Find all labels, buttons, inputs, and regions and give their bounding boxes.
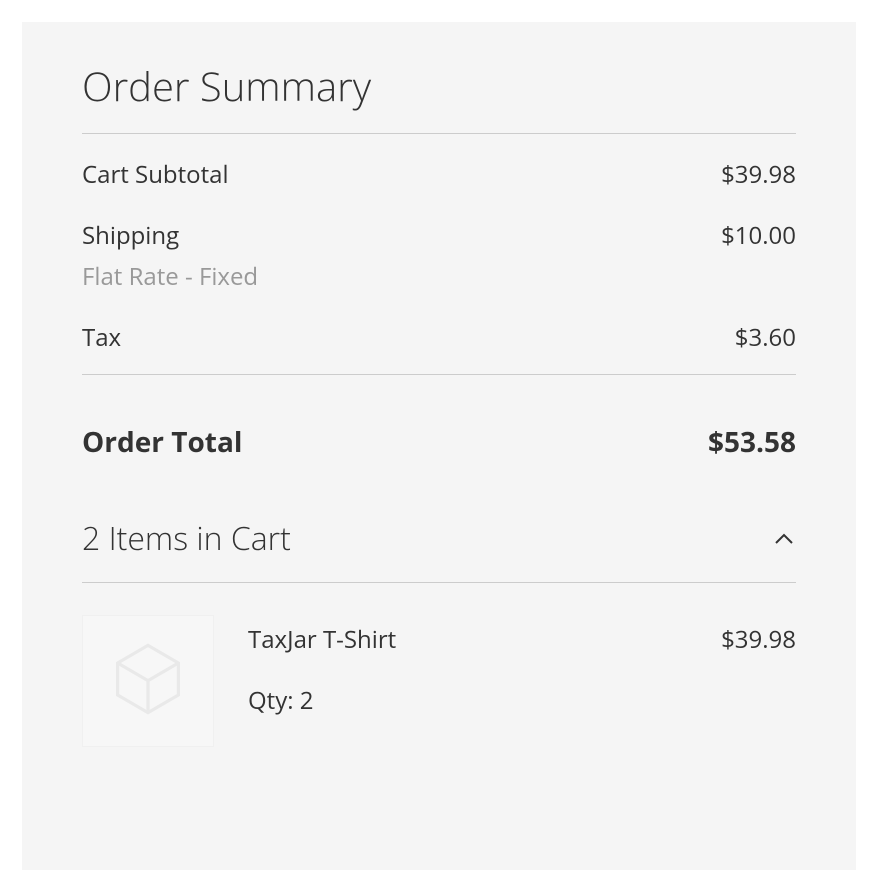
subtotal-label: Cart Subtotal bbox=[82, 158, 229, 191]
order-total-value: $53.58 bbox=[708, 423, 796, 461]
order-summary-card: Order Summary Cart Subtotal $39.98 Shipp… bbox=[22, 22, 856, 870]
shipping-label: Shipping bbox=[82, 219, 258, 252]
product-price: $39.98 bbox=[721, 623, 796, 656]
placeholder-product-icon bbox=[108, 639, 188, 724]
subtotal-row: Cart Subtotal $39.98 bbox=[82, 158, 796, 191]
subtotal-value: $39.98 bbox=[721, 158, 796, 191]
chevron-up-icon bbox=[772, 527, 796, 551]
cart-items-toggle[interactable]: 2 Items in Cart bbox=[82, 517, 796, 583]
product-name: TaxJar T-Shirt bbox=[248, 623, 396, 656]
tax-label: Tax bbox=[82, 321, 121, 354]
divider bbox=[82, 374, 796, 375]
product-details: TaxJar T-Shirt Qty: 2 bbox=[248, 615, 396, 717]
cart-item: TaxJar T-Shirt Qty: 2 $39.98 bbox=[82, 615, 796, 747]
product-info: TaxJar T-Shirt Qty: 2 $39.98 bbox=[248, 615, 796, 717]
order-summary-title: Order Summary bbox=[82, 58, 796, 134]
product-thumbnail bbox=[82, 615, 214, 747]
tax-row: Tax $3.60 bbox=[82, 321, 796, 354]
cart-items-title: 2 Items in Cart bbox=[82, 517, 291, 560]
shipping-sublabel: Flat Rate - Fixed bbox=[82, 260, 258, 293]
shipping-row: Shipping Flat Rate - Fixed $10.00 bbox=[82, 219, 796, 293]
shipping-value: $10.00 bbox=[721, 219, 796, 252]
product-qty: Qty: 2 bbox=[248, 684, 396, 717]
tax-value: $3.60 bbox=[735, 321, 796, 354]
order-total-row: Order Total $53.58 bbox=[82, 423, 796, 461]
order-total-label: Order Total bbox=[82, 423, 242, 461]
